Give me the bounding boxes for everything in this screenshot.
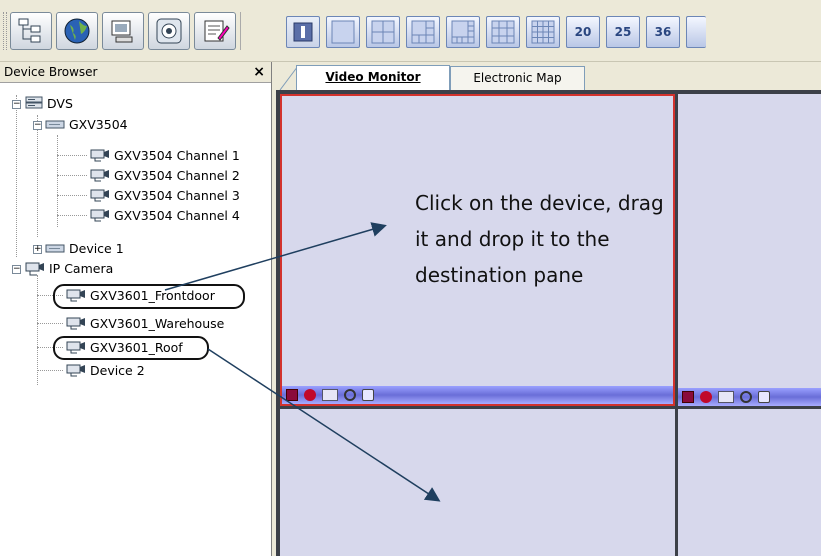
tree-item-label: DVS <box>47 95 73 111</box>
tab-video-monitor[interactable]: Video Monitor <box>296 65 450 91</box>
tree-item-label: IP Camera <box>49 260 114 276</box>
single-pane-icon <box>293 22 313 42</box>
tree-item-gxv3601-warehouse[interactable]: GXV3601_Warehouse <box>66 313 224 333</box>
layout-25-label: 25 <box>614 25 632 39</box>
tree-item-label: GXV3504 Channel 1 <box>114 147 240 163</box>
device-browser-header: Device Browser × <box>0 62 271 83</box>
layout-4x4-button[interactable] <box>526 16 560 48</box>
notepad-button[interactable] <box>194 12 236 50</box>
globe-button[interactable] <box>56 12 98 50</box>
tree-item-label: GXV3504 <box>69 116 128 132</box>
ptz-control-icon <box>156 18 182 44</box>
layout-20-label: 20 <box>574 25 592 39</box>
snapshot-icon[interactable] <box>322 389 338 401</box>
layout-more-button[interactable] <box>686 16 706 48</box>
dvs-icon <box>25 96 43 109</box>
snapshot-icon[interactable] <box>718 391 734 403</box>
tree-item-device-1[interactable]: Device 1 <box>45 238 124 258</box>
layout-1x1-button[interactable] <box>326 16 360 48</box>
layout-1plus5-icon <box>411 20 435 44</box>
layout-3x3-icon <box>491 20 515 44</box>
ip-camera-group-icon <box>25 262 44 276</box>
tree-item-gxv3504[interactable]: GXV3504 <box>45 114 128 134</box>
layout-1plus7-button[interactable] <box>446 16 480 48</box>
ptz-control-button[interactable] <box>148 12 190 50</box>
layout-4x4-icon <box>531 20 555 44</box>
globe-icon <box>64 18 90 44</box>
toolbar-grip[interactable] <box>3 12 7 50</box>
gxv3504-collapse-toggle[interactable]: − <box>33 121 42 130</box>
layout-1plus7-icon <box>451 20 475 44</box>
layout-1plus5-button[interactable] <box>406 16 440 48</box>
layout-36-label: 36 <box>654 25 672 39</box>
settings-icon[interactable] <box>344 389 356 401</box>
close-panel-button[interactable]: × <box>253 62 265 83</box>
pane-control-bar <box>678 388 821 406</box>
layout-3x3-button[interactable] <box>486 16 520 48</box>
record-icon[interactable] <box>700 391 712 403</box>
ip-camera-collapse-toggle[interactable]: − <box>12 265 21 274</box>
device-browser-title: Device Browser <box>4 65 98 79</box>
layout-20-button[interactable]: 20 <box>566 16 600 48</box>
encoder-icon <box>45 120 65 129</box>
highlight-oval-roof <box>53 336 209 360</box>
camera-icon <box>90 149 109 162</box>
record-icon[interactable] <box>304 389 316 401</box>
tree-item-ip-camera[interactable]: IP Camera <box>25 258 113 278</box>
camera-icon <box>90 169 109 182</box>
layout-36-button[interactable]: 36 <box>646 16 680 48</box>
tab-electronic-map[interactable]: Electronic Map <box>450 66 585 90</box>
view-tabs: Video Monitor Electronic Map <box>276 62 821 91</box>
video-pane-3[interactable] <box>280 409 675 556</box>
camera-icon <box>66 317 85 330</box>
layout-2x2-icon <box>371 20 395 44</box>
tree-item-label: GXV3504 Channel 3 <box>114 187 240 203</box>
monitor-button[interactable] <box>102 12 144 50</box>
tree-item-channel-2[interactable]: GXV3504 Channel 2 <box>90 165 240 185</box>
layout-2x2-button[interactable] <box>366 16 400 48</box>
instruction-annotation: Click on the device, drag it and drop it… <box>415 185 735 293</box>
tree-item-label: GXV3601_Warehouse <box>90 315 225 331</box>
audio-icon[interactable] <box>758 391 770 403</box>
notepad-icon <box>204 20 230 42</box>
pane-control-bar <box>282 386 673 404</box>
tree-item-label: Device 1 <box>69 240 124 256</box>
device1-expand-toggle[interactable]: + <box>33 245 42 254</box>
camera-icon <box>90 209 109 222</box>
camera-icon <box>90 189 109 202</box>
tree-item-channel-3[interactable]: GXV3504 Channel 3 <box>90 185 240 205</box>
device-tree-icon <box>18 18 41 43</box>
layout-25-button[interactable]: 25 <box>606 16 640 48</box>
toolbar: 20 25 36 <box>0 0 821 62</box>
tree-item-label: Device 2 <box>90 362 145 378</box>
tree-item-channel-4[interactable]: GXV3504 Channel 4 <box>90 205 240 225</box>
audio-icon[interactable] <box>362 389 374 401</box>
video-pane-4[interactable] <box>678 409 821 556</box>
dvs-collapse-toggle[interactable]: − <box>12 100 21 109</box>
tree-item-dvs[interactable]: DVS <box>25 93 73 113</box>
highlight-oval-frontdoor <box>53 284 245 309</box>
tree-item-channel-1[interactable]: GXV3504 Channel 1 <box>90 145 240 165</box>
encoder-icon <box>45 244 65 253</box>
annotation-line-3: destination pane <box>415 263 584 287</box>
stop-icon[interactable] <box>286 389 298 401</box>
layout-1-button[interactable] <box>286 16 320 48</box>
tree-item-label: GXV3504 Channel 2 <box>114 167 240 183</box>
device-browser-panel: Device Browser × − DVS − GXV3504 GXV3504… <box>0 62 272 556</box>
device-tree-button[interactable] <box>10 12 52 50</box>
settings-icon[interactable] <box>740 391 752 403</box>
camera-icon <box>66 364 85 377</box>
stop-icon[interactable] <box>682 391 694 403</box>
video-monitor-area <box>276 90 821 556</box>
annotation-line-1: Click on the device, drag <box>415 191 664 215</box>
tree-item-label: GXV3504 Channel 4 <box>114 207 240 223</box>
annotation-line-2: it and drop it to the <box>415 227 610 251</box>
tree-item-device-2[interactable]: Device 2 <box>66 360 145 380</box>
monitor-icon <box>111 20 133 43</box>
layout-1x1-icon <box>331 20 355 44</box>
